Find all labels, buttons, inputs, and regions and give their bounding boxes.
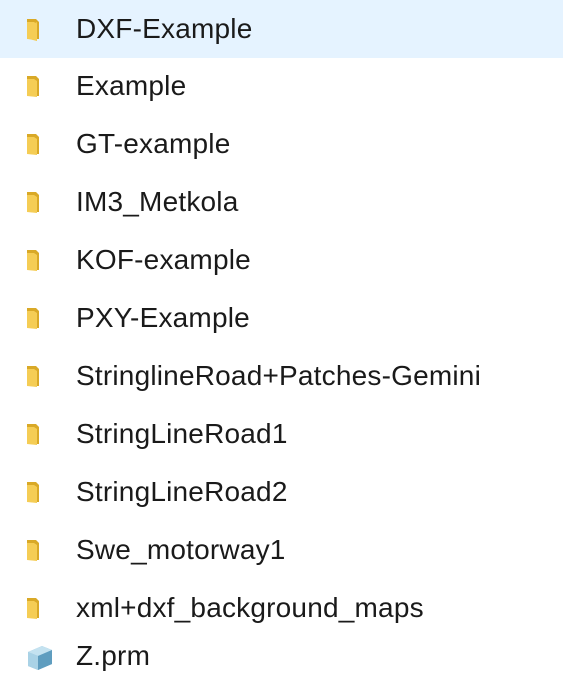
item-name: DXF-Example [76,13,253,44]
folder-icon [24,128,56,160]
item-name: StringlineRoad+Patches-Gemini [76,360,482,391]
item-name: Swe_motorway1 [76,534,286,565]
folder-item-kof-example[interactable]: KOF-example [0,231,563,289]
item-name: xml+dxf_background_maps [76,592,424,623]
folder-icon [24,186,56,218]
folder-item-stringlineroad1[interactable]: StringLineRoad1 [0,405,563,463]
folder-icon [24,592,56,624]
folder-icon [24,418,56,450]
folder-icon [24,70,56,102]
folder-icon [24,360,56,392]
folder-item-stringlineroad-patches-gemini[interactable]: StringlineRoad+Patches-Gemini [0,347,563,405]
file-item-z-prm[interactable]: Z.prm [0,627,563,685]
item-name: Example [76,70,187,101]
item-name: IM3_Metkola [76,186,239,217]
folder-icon [24,13,56,45]
folder-item-swe-motorway1[interactable]: Swe_motorway1 [0,521,563,579]
folder-item-pxy-example[interactable]: PXY-Example [0,289,563,347]
item-name: PXY-Example [76,302,250,333]
folder-icon [24,534,56,566]
file-list: DXF-Example Example GT-example IM3_Metko… [0,0,563,685]
folder-item-im3-metkola[interactable]: IM3_Metkola [0,173,563,231]
item-name: StringLineRoad1 [76,418,288,449]
folder-icon [24,244,56,276]
item-name: Z.prm [76,640,151,671]
item-name: KOF-example [76,244,251,275]
folder-item-stringlineroad2[interactable]: StringLineRoad2 [0,463,563,521]
folder-item-gt-example[interactable]: GT-example [0,115,563,173]
item-name: StringLineRoad2 [76,476,288,507]
item-name: GT-example [76,128,231,159]
folder-item-dxf-example[interactable]: DXF-Example [0,0,563,58]
folder-item-example[interactable]: Example [0,57,563,115]
folder-icon [24,476,56,508]
prm-file-icon [24,640,56,672]
folder-icon [24,302,56,334]
